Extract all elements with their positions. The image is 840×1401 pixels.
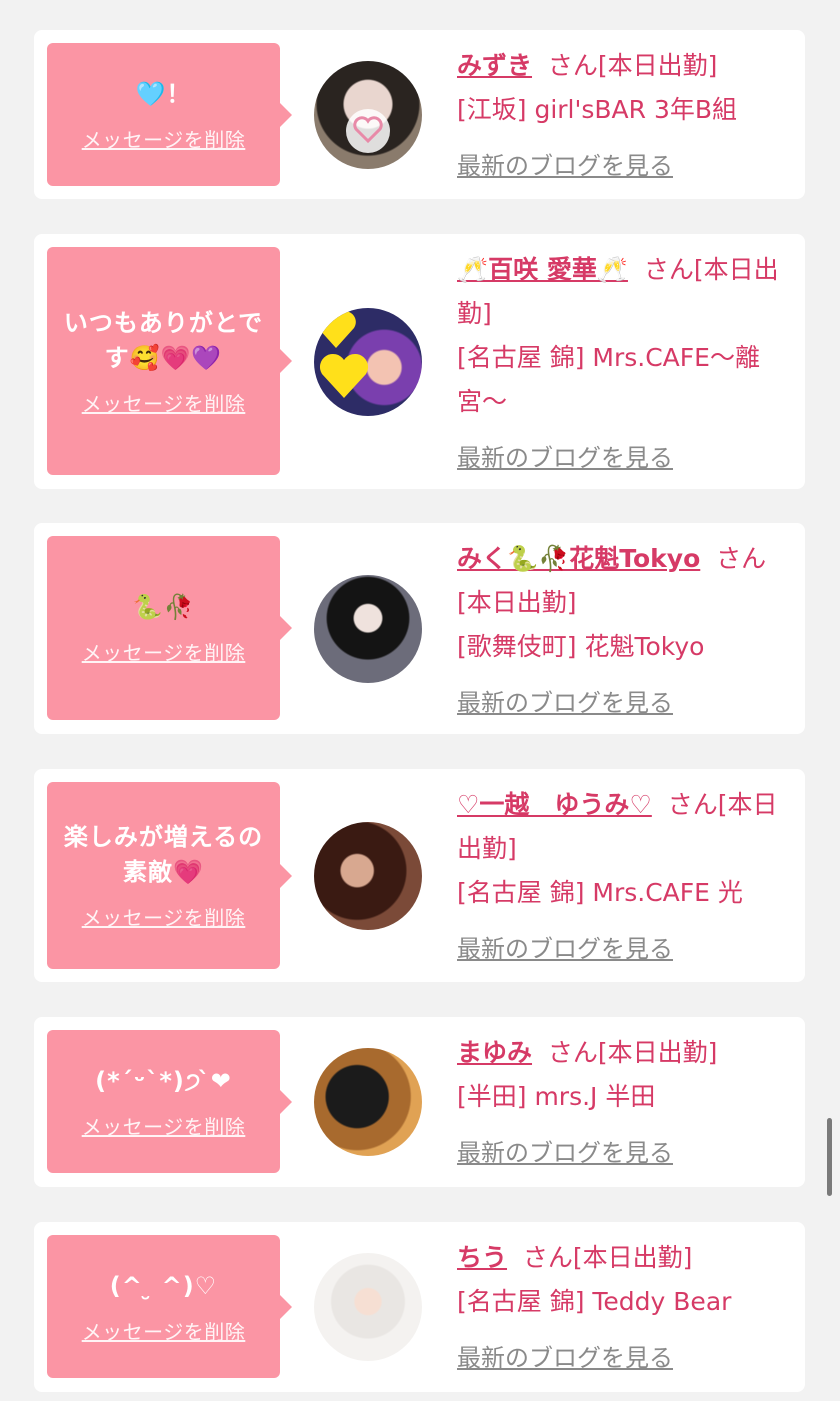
shop-text: [名古屋 錦] Teddy Bear (457, 1287, 732, 1316)
delete-message-link[interactable]: メッセージを削除 (82, 1111, 246, 1140)
cast-name-link[interactable]: ちう (457, 1243, 507, 1272)
message-text: いつもありがとです🥰💗💜 (63, 308, 264, 372)
heart-icon (316, 311, 369, 398)
cast-info: みく🐍🥀花魁Tokyo さん[本日出勤] [歌舞伎町] 花魁Tokyo 最新のブ… (457, 537, 791, 725)
cast-info: ♡一越 ゆうみ♡ さん[本日出勤] [名古屋 錦] Mrs.CAFE 光 最新の… (457, 783, 791, 971)
message-card: (*ˊᵕˋ*)੭ ̀❤ メッセージを削除 まゆみ さん[本日出勤] [半田] m… (34, 1017, 805, 1187)
cast-info: まゆみ さん[本日出勤] [半田] mrs.J 半田 最新のブログを見る (457, 1031, 791, 1175)
delete-message-link[interactable]: メッセージを削除 (82, 1316, 246, 1345)
message-bubble: 🐍🥀 メッセージを削除 (47, 536, 292, 720)
avatar[interactable] (314, 308, 422, 416)
avatar[interactable] (314, 822, 422, 930)
cast-info: 🥂百咲 愛華🥂 さん[本日出勤] [名古屋 錦] Mrs.CAFE〜離宮〜 最新… (457, 248, 791, 480)
message-bubble: 楽しみが増えるの素敵💗 メッセージを削除 (47, 782, 292, 969)
delete-message-link[interactable]: メッセージを削除 (82, 124, 246, 153)
message-bubble: 🩵！ メッセージを削除 (47, 43, 292, 186)
avatar[interactable] (314, 575, 422, 683)
message-card: 🐍🥀 メッセージを削除 みく🐍🥀花魁Tokyo さん[本日出勤] [歌舞伎町] … (34, 523, 805, 734)
message-card: いつもありがとです🥰💗💜 メッセージを削除 🥂百咲 愛華🥂 さん[本日出勤] [… (34, 234, 805, 489)
shop-text: [歌舞伎町] 花魁Tokyo (457, 632, 705, 661)
message-text: (*ˊᵕˋ*)੭ ̀❤ (95, 1066, 232, 1095)
cast-name-link[interactable]: みく🐍🥀花魁Tokyo (457, 544, 700, 573)
message-text: 楽しみが増えるの素敵💗 (63, 823, 264, 886)
message-bubble: いつもありがとです🥰💗💜 メッセージを削除 (47, 247, 292, 475)
cast-name-link[interactable]: まゆみ (457, 1038, 532, 1067)
shop-text: [半田] mrs.J 半田 (457, 1082, 656, 1111)
shop-text: [名古屋 錦] Mrs.CAFE 光 (457, 878, 743, 907)
status-text: さん[本日出勤] (547, 51, 718, 80)
blog-link[interactable]: 最新のブログを見る (457, 927, 673, 971)
message-bubble: (^ ̮ ^)♡ メッセージを削除 (47, 1235, 292, 1378)
delete-message-link[interactable]: メッセージを削除 (82, 637, 246, 666)
cast-info: ちう さん[本日出勤] [名古屋 錦] Teddy Bear 最新のブログを見る (457, 1236, 791, 1380)
message-card: 🩵！ メッセージを削除 みずき さん[本日出勤] [江坂] girl'sBAR … (34, 30, 805, 199)
heart-icon (346, 109, 390, 153)
message-bubble: (*ˊᵕˋ*)੭ ̀❤ メッセージを削除 (47, 1030, 292, 1173)
status-text: さん[本日出勤] (547, 1038, 718, 1067)
message-text: 🩵！ (135, 79, 192, 108)
message-card: 楽しみが増えるの素敵💗 メッセージを削除 ♡一越 ゆうみ♡ さん[本日出勤] [… (34, 769, 805, 982)
message-card: (^ ̮ ^)♡ メッセージを削除 ちう さん[本日出勤] [名古屋 錦] Te… (34, 1222, 805, 1392)
blog-link[interactable]: 最新のブログを見る (457, 681, 673, 725)
delete-message-link[interactable]: メッセージを削除 (82, 388, 246, 417)
avatar[interactable] (314, 1253, 422, 1361)
scrollbar[interactable] (827, 1118, 832, 1196)
message-text: (^ ̮ ^)♡ (109, 1271, 218, 1300)
avatar[interactable] (314, 61, 422, 169)
blog-link[interactable]: 最新のブログを見る (457, 144, 673, 188)
avatar[interactable] (314, 1048, 422, 1156)
message-text: 🐍🥀 (132, 593, 195, 621)
cast-info: みずき さん[本日出勤] [江坂] girl'sBAR 3年B組 最新のブログを… (457, 44, 791, 188)
cast-name-link[interactable]: ♡一越 ゆうみ♡ (457, 790, 652, 819)
blog-link[interactable]: 最新のブログを見る (457, 1336, 673, 1380)
cast-name-link[interactable]: みずき (457, 51, 532, 80)
shop-text: [江坂] girl'sBAR 3年B組 (457, 95, 738, 124)
status-text: さん[本日出勤] (522, 1243, 693, 1272)
blog-link[interactable]: 最新のブログを見る (457, 1131, 673, 1175)
cast-name-link[interactable]: 🥂百咲 愛華🥂 (457, 255, 628, 284)
blog-link[interactable]: 最新のブログを見る (457, 436, 673, 480)
delete-message-link[interactable]: メッセージを削除 (82, 902, 246, 931)
shop-text: [名古屋 錦] Mrs.CAFE〜離宮〜 (457, 343, 760, 416)
